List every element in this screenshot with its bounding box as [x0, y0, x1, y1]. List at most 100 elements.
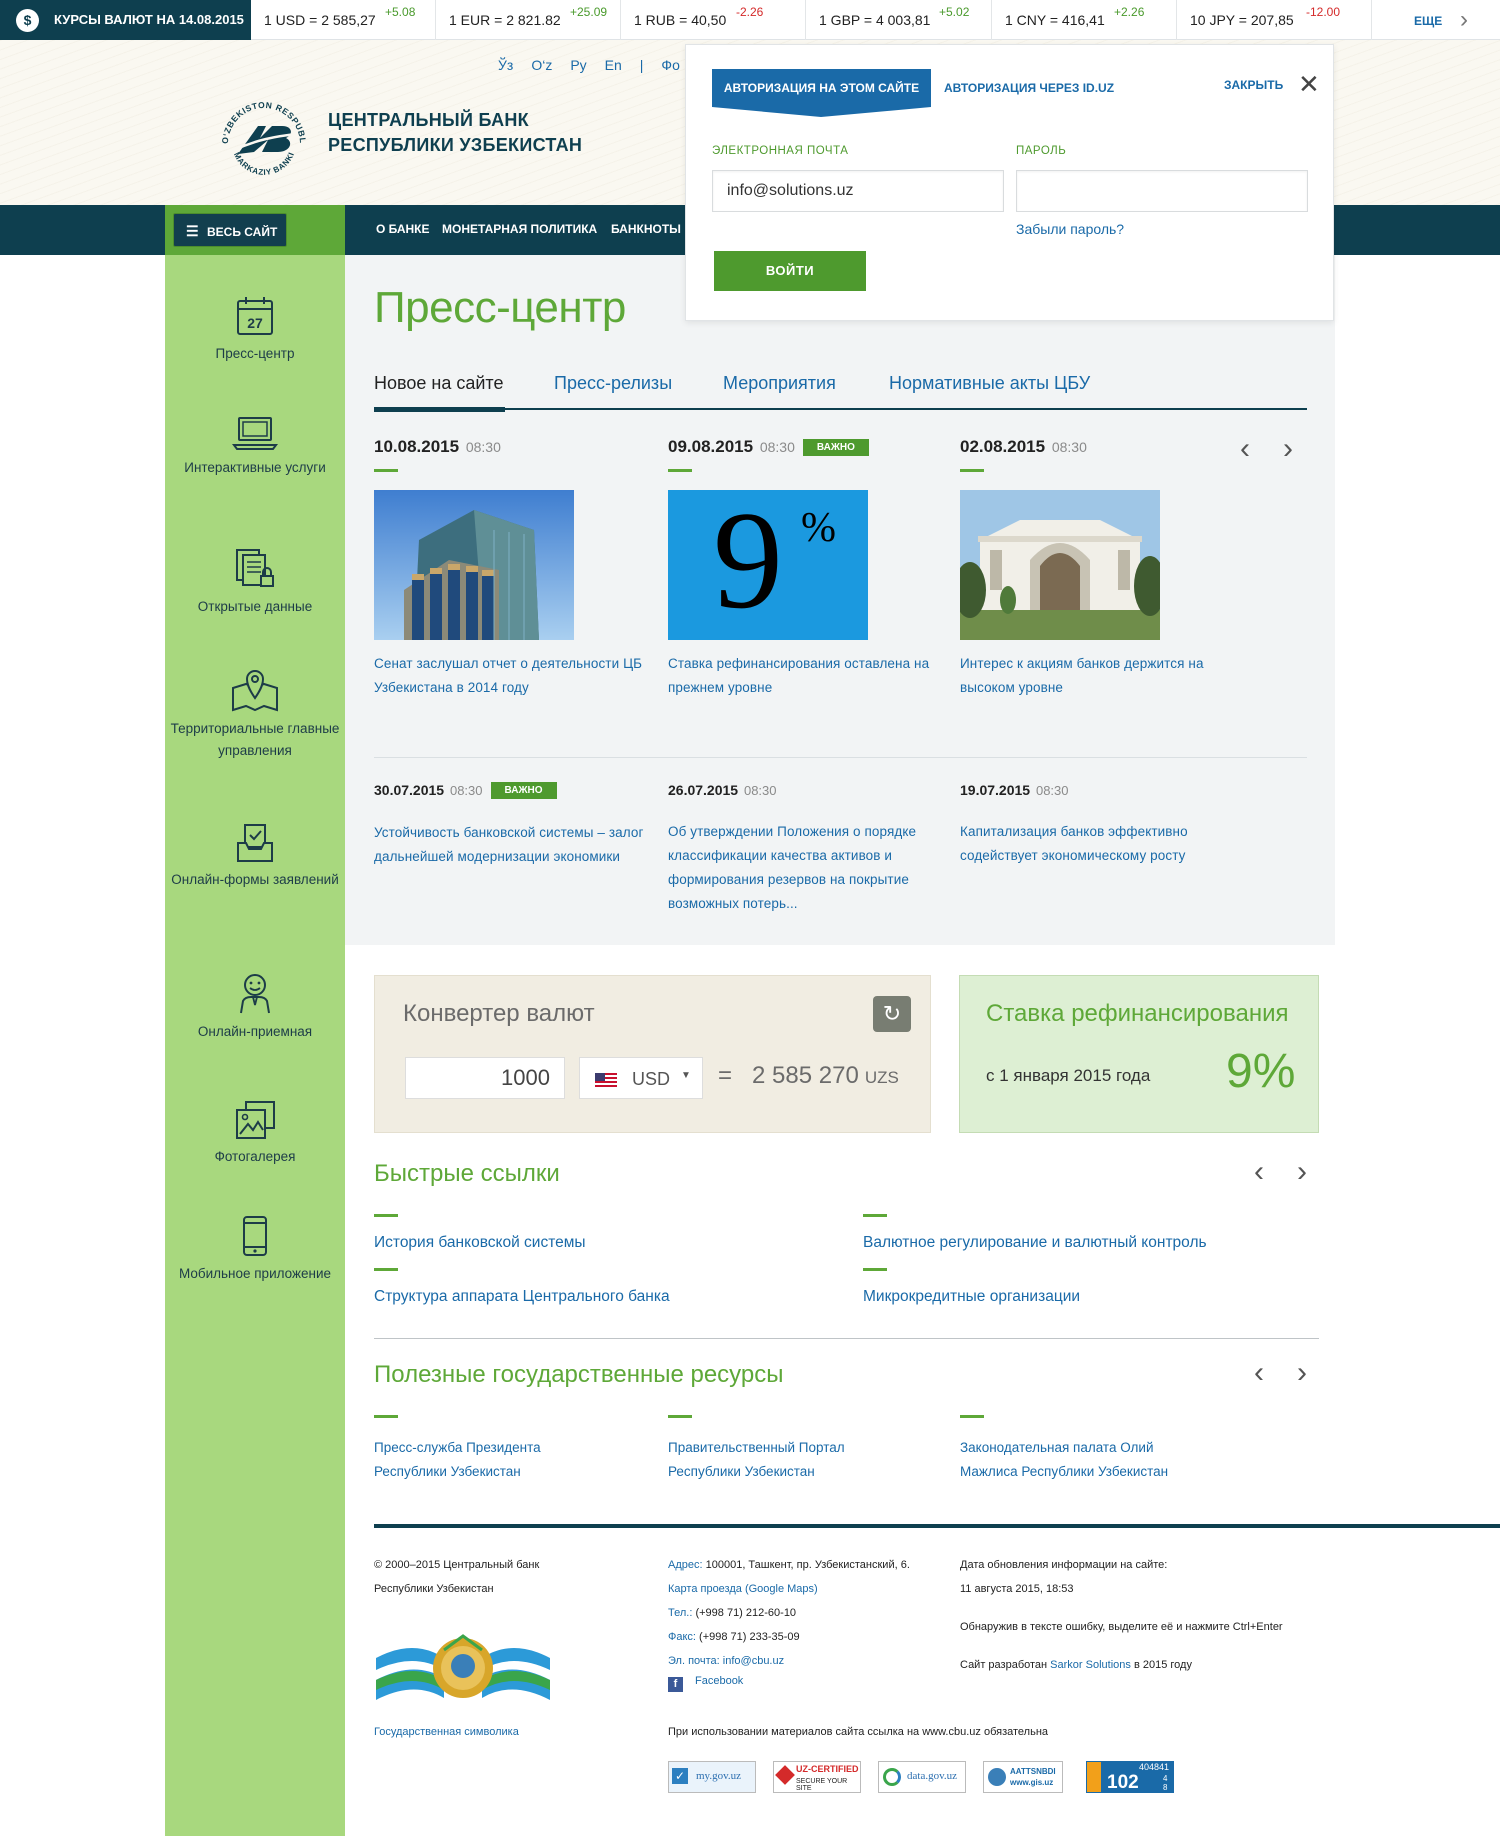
password-field[interactable] — [1016, 170, 1308, 212]
nav-monetary-policy[interactable]: МОНЕТАРНАЯ ПОЛИТИКА — [442, 222, 597, 236]
gov-next-button[interactable]: › — [1297, 1356, 1307, 1390]
rate-rub[interactable]: 1 RUB = 40,50 -2.26 — [621, 0, 806, 40]
press-tabs: Новое на сайте Пресс-релизы Мероприятия … — [374, 370, 1307, 412]
gov-resource-link[interactable]: Законодательная палата Олий Мажлиса Респ… — [960, 1415, 1190, 1484]
gov-resource-link[interactable]: Правительственный Портал Республики Узбе… — [668, 1415, 868, 1484]
news-title[interactable]: Капитализация банков эффективно содейств… — [960, 820, 1230, 868]
rate-gbp[interactable]: 1 GBP = 4 003,81 +5.02 — [806, 0, 992, 40]
calendar-icon: 27 — [237, 297, 273, 335]
close-icon[interactable]: ✕ — [1298, 71, 1320, 97]
news-item[interactable]: 26.07.2015 08:30 Об утверждении Положени… — [668, 782, 938, 916]
gov-resource-link[interactable]: Пресс-служба Президента Республики Узбек… — [374, 1415, 574, 1484]
sidebar-item-press-center[interactable]: 27 Пресс-центр — [165, 295, 345, 365]
password-label: ПАРОЛЬ — [1016, 145, 1067, 157]
sidebar-item-interactive[interactable]: Интерактивные услуги — [165, 415, 345, 479]
email-link[interactable]: info@cbu.uz — [723, 1655, 784, 1667]
refresh-icon[interactable]: ↻ — [873, 996, 911, 1032]
rate-cny[interactable]: 1 CNY = 416,41 +2.26 — [992, 0, 1177, 40]
email-field[interactable]: info@solutions.uz — [712, 170, 1004, 212]
news-title[interactable]: Интерес к акциям банков держится на высо… — [960, 652, 1230, 700]
news-item[interactable]: 10.08.2015 08:30 Сенат заслушал отчет о … — [374, 437, 644, 700]
tab-normative-acts[interactable]: Нормативные акты ЦБУ — [889, 373, 1090, 394]
news-prev-button[interactable]: ‹ — [1240, 432, 1250, 466]
news-item[interactable]: 19.07.2015 08:30 Капитализация банков эф… — [960, 782, 1230, 868]
sidebar-item-gallery[interactable]: Фотогалерея — [165, 1100, 345, 1168]
footer-contacts: Адрес: 100001, Ташкент, пр. Узбекистанск… — [668, 1559, 910, 1667]
news-image-building[interactable] — [374, 490, 574, 640]
quick-link[interactable]: Структура аппарата Центрального банка — [374, 1268, 670, 1306]
banner-mygov[interactable]: ✓ my.gov.uz — [668, 1761, 756, 1793]
important-badge: ВАЖНО — [490, 782, 557, 799]
tab-auth-iduz[interactable]: АВТОРИЗАЦИЯ ЧЕРЕЗ ID.UZ — [944, 81, 1114, 95]
bank-name[interactable]: ЦЕНТРАЛЬНЫЙ БАНК РЕСПУБЛИКИ УЗБЕКИСТАН — [328, 108, 582, 158]
converter-result: = 2 585 270 UZS — [718, 1062, 899, 1089]
lang-en[interactable]: En — [605, 57, 622, 73]
banner-uz-certified[interactable]: UZ-CERTIFIED SECURE YOUR SITE — [773, 1761, 861, 1793]
person-icon — [240, 974, 270, 1014]
amount-input[interactable]: 1000 — [405, 1057, 565, 1099]
nav-banknotes[interactable]: БАНКНОТЫ — [611, 222, 681, 236]
banner-gis[interactable]: AATTSNBDI www.gis.uz — [983, 1761, 1063, 1793]
rate-usd[interactable]: 1 USD = 2 585,27 +5.08 — [251, 0, 436, 40]
page-title: Пресс-центр — [374, 283, 626, 332]
sidebar-item-territorial[interactable]: Территориальные главные управления — [165, 668, 345, 762]
news-item[interactable]: 09.08.2015 08:30 ВАЖНО 9 % Ставка рефинан… — [668, 437, 938, 700]
documents-lock-icon — [236, 549, 274, 587]
bank-logo[interactable]: O‘ZBEKISTON RESPUBLIKASI MARKAZIY BANKI — [216, 92, 312, 188]
sidebar-item-online-forms[interactable]: Онлайн-формы заявлений — [165, 823, 345, 891]
news-item[interactable]: 30.07.2015 08:30 ВАЖНО Устойчивость банко… — [374, 782, 644, 869]
forgot-password-link[interactable]: Забыли пароль? — [1016, 221, 1124, 237]
refinancing-rate-card[interactable]: Ставка рефинансирования с 1 января 2015 … — [959, 975, 1319, 1133]
news-date: 10.08.2015 08:30 — [374, 437, 501, 456]
facebook-link[interactable]: f Facebook — [668, 1675, 743, 1692]
tab-new-on-site[interactable]: Новое на сайте — [374, 373, 503, 394]
tab-events[interactable]: Мероприятия — [723, 373, 836, 394]
chevron-left-icon: ‹ — [1254, 1155, 1264, 1188]
lang-uz-cyrillic[interactable]: Ўз — [498, 57, 513, 73]
news-next-button[interactable]: › — [1283, 432, 1293, 466]
important-badge: ВАЖНО — [802, 439, 869, 456]
news-image-rate[interactable]: 9 % — [668, 490, 868, 640]
quick-link[interactable]: История банковской системы — [374, 1214, 586, 1252]
news-item[interactable]: 02.08.2015 08:30 Интерес к акциям банков… — [960, 437, 1230, 700]
banner-data-gov[interactable]: data.gov.uz — [878, 1761, 966, 1793]
language-switcher: Ўз O‘z Ру En | Фо — [498, 57, 698, 73]
state-emblem-icon[interactable] — [374, 1628, 552, 1706]
dollar-coin-icon: $ — [16, 9, 39, 32]
quick-link[interactable]: Микрокредитные организации — [863, 1268, 1080, 1306]
news-image-palace[interactable] — [960, 490, 1160, 640]
lang-uz-latin[interactable]: O‘z — [531, 57, 552, 73]
quick-link[interactable]: Валютное регулирование и валютный контро… — [863, 1214, 1207, 1252]
rate-jpy[interactable]: 10 JPY = 207,85 -12.00 — [1177, 0, 1372, 40]
currency-select[interactable]: USD ▼ — [579, 1057, 703, 1099]
sidebar-item-reception[interactable]: Онлайн-приемная — [165, 973, 345, 1043]
ticker-more-button[interactable]: ЕЩЕ › — [1372, 0, 1500, 40]
lang-other[interactable]: Фо — [661, 57, 679, 73]
news-title[interactable]: Устойчивость банковской системы – залог … — [374, 821, 644, 869]
gov-prev-button[interactable]: ‹ — [1254, 1356, 1264, 1390]
news-title[interactable]: Сенат заслушал отчет о деятельности ЦБ У… — [374, 652, 644, 700]
footer-copyright: © 2000–2015 Центральный банк Республики … — [374, 1559, 540, 1595]
tab-auth-site[interactable]: АВТОРИЗАЦИЯ НА ЭТОМ САЙТЕ — [712, 69, 931, 117]
news-title[interactable]: Об утверждении Положения о порядке класс… — [668, 820, 938, 916]
news-divider — [374, 757, 1307, 758]
developer-link[interactable]: Sarkor Solutions — [1050, 1659, 1131, 1671]
state-symbols-link[interactable]: Государственная символика — [374, 1720, 519, 1744]
close-button[interactable]: ЗАКРЫТЬ — [1224, 78, 1283, 92]
news-date: 30.07.2015 08:30 ВАЖНО — [374, 782, 644, 799]
news-dash — [668, 469, 692, 472]
quick-links-next-button[interactable]: › — [1297, 1155, 1307, 1189]
rate-eur[interactable]: 1 EUR = 2 821.82 +25.09 — [436, 0, 621, 40]
banner-counter[interactable]: 404841 102 4 8 — [1086, 1761, 1174, 1793]
map-link[interactable]: Карта проезда (Google Maps) — [668, 1583, 818, 1595]
all-site-button[interactable]: ☰ ВЕСЬ САЙТ — [171, 211, 289, 249]
login-button[interactable]: ВОЙТИ — [714, 251, 866, 291]
auth-popup: АВТОРИЗАЦИЯ НА ЭТОМ САЙТЕ АВТОРИЗАЦИЯ ЧЕ… — [685, 44, 1334, 321]
quick-links-prev-button[interactable]: ‹ — [1254, 1155, 1264, 1189]
tab-press-releases[interactable]: Пресс-релизы — [554, 373, 672, 394]
news-title[interactable]: Ставка рефинансирования оставлена на пре… — [668, 652, 938, 700]
lang-ru[interactable]: Ру — [570, 57, 586, 73]
sidebar-item-mobile[interactable]: Мобильное приложение — [165, 1215, 345, 1285]
sidebar-item-open-data[interactable]: Открытые данные — [165, 548, 345, 618]
nav-about[interactable]: О БАНКЕ — [376, 222, 430, 236]
